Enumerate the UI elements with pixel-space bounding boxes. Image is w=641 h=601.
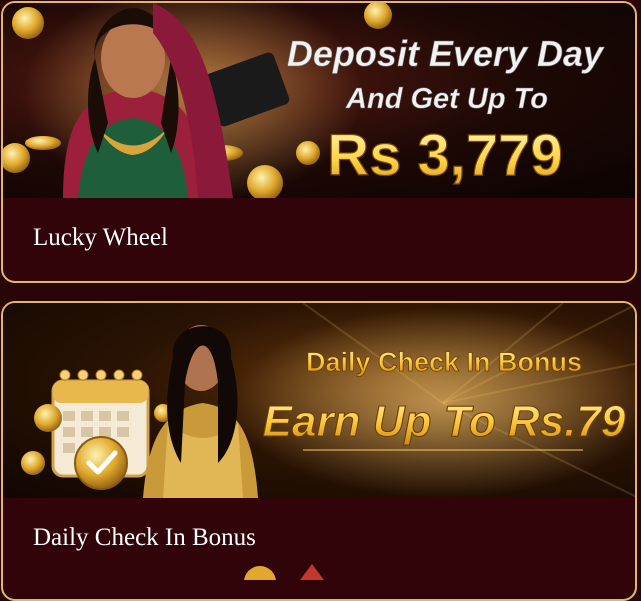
- banner-subheadline: Earn Up To Rs.79: [263, 397, 626, 446]
- coin-icon: [296, 141, 320, 165]
- coin-icon: [21, 451, 45, 475]
- coin-icon: [25, 136, 61, 150]
- banner-subheadline: And Get Up To: [345, 83, 548, 115]
- banner-headline: Deposit Every Day: [287, 33, 605, 74]
- checkmark-badge-icon: [74, 436, 128, 490]
- promo-card-lucky-wheel[interactable]: Deposit Every Day And Get Up To Rs 3,779…: [1, 1, 637, 283]
- coin-icon: [34, 404, 62, 432]
- promo-card-daily-check-in[interactable]: Daily Check In Bonus Earn Up To Rs.79 Da…: [1, 301, 637, 601]
- promo-title: Lucky Wheel: [33, 224, 168, 251]
- coin-icon: [3, 143, 30, 173]
- promo-banner-image[interactable]: Daily Check In Bonus Earn Up To Rs.79: [3, 303, 635, 498]
- banner-amount: Rs 3,779: [327, 123, 562, 188]
- promo-banner-image[interactable]: Deposit Every Day And Get Up To Rs 3,779: [3, 3, 635, 198]
- gift-icon: [300, 564, 324, 580]
- coin-icon: [364, 3, 392, 29]
- coin-icon: [12, 7, 44, 39]
- banner-artwork: Daily Check In Bonus Earn Up To Rs.79: [21, 303, 635, 498]
- coin-icon: [244, 566, 276, 580]
- banner-headline: Daily Check In Bonus: [306, 347, 582, 377]
- next-card-preview: [244, 564, 324, 580]
- banner-artwork: Deposit Every Day And Get Up To Rs 3,779: [3, 3, 605, 198]
